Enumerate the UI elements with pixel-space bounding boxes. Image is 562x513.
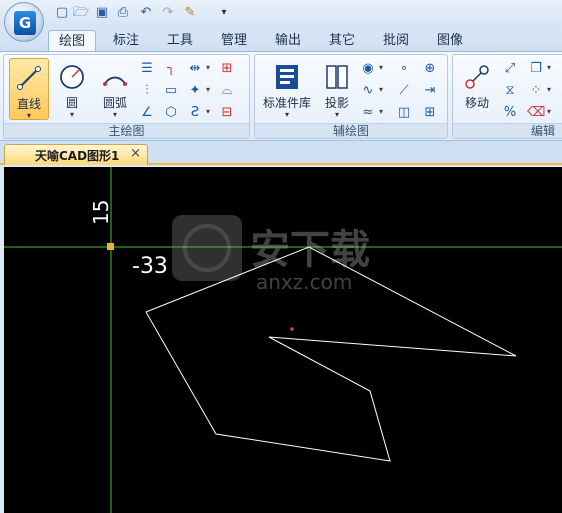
drawing-canvas[interactable]: 安下载 anxz.com 15 -33 — [4, 167, 562, 513]
ellipse-icon[interactable]: ⌓ — [218, 82, 236, 100]
erase-dropdown-icon[interactable]: ▾ — [547, 107, 555, 116]
group-main-draw: 直线 ▾ 圆 ▾ 圆弧 ▾ ☰ ⫶ ∠ ╮ ▭ ⬡ ⇹ ▾ ✦ ▾ Ƨ ▾ ⊞ … — [3, 54, 250, 139]
tab-review[interactable]: 批阅 — [374, 30, 418, 52]
close-tab-icon[interactable]: × — [130, 146, 141, 161]
document-tab[interactable]: 天喻CAD图形1 × — [4, 144, 148, 165]
copy-icon[interactable]: ❐ — [527, 60, 545, 78]
snap-point-marker — [290, 327, 294, 331]
arc-label: 圆弧 — [102, 96, 127, 110]
tab-output[interactable]: 输出 — [266, 30, 310, 52]
spline-icon[interactable]: Ƨ — [186, 104, 204, 122]
arc-button[interactable]: 圆弧 ▾ — [95, 58, 135, 120]
arc-dropdown-icon[interactable]: ▾ — [95, 111, 135, 119]
dimension-horizontal-text: -33 — [132, 254, 168, 279]
center-line-dropdown-icon[interactable]: ▾ — [206, 63, 214, 72]
ribbon-tab-row: 绘图 标注 工具 管理 输出 其它 批阅 图像 — [0, 28, 562, 52]
copy-dropdown-icon[interactable]: ▾ — [547, 63, 555, 72]
clear-brush-icon[interactable]: ✎ — [182, 5, 198, 21]
quick-access-toolbar: ▢ 🗁 ▣ ⎙ ↶ ↷ ✎ ▾ — [0, 0, 562, 28]
percent-icon[interactable]: % — [501, 104, 519, 122]
point-dropdown-icon[interactable]: ▾ — [206, 85, 214, 94]
grid-symbol-icon[interactable]: ⊞ — [421, 104, 439, 122]
arrow-symbol-icon[interactable]: ⇥ — [421, 82, 439, 100]
group-edit: 移动 ⤢ ⧖ % ❐ ▾ ⁘ ▾ ⌫ ▾ 编辑 — [452, 54, 562, 139]
projection-icon — [326, 65, 348, 89]
drawing-svg: 安下载 anxz.com 15 -33 — [4, 167, 562, 513]
tab-manage[interactable]: 管理 — [212, 30, 256, 52]
hatch-icon[interactable]: ☰ — [138, 60, 156, 78]
standard-parts-icon — [276, 65, 298, 89]
watermark-sub-text: anxz.com — [256, 270, 352, 294]
line-label: 直线 — [16, 97, 41, 111]
tab-dimension[interactable]: 标注 — [104, 30, 148, 52]
fillet-icon[interactable]: ╮ — [162, 60, 180, 78]
projection-label: 投影 — [324, 96, 349, 110]
small-circle-icon[interactable]: ∘ — [395, 60, 413, 78]
frame-icon[interactable]: ◫ — [395, 104, 413, 122]
projection-dropdown-icon[interactable]: ▾ — [317, 111, 357, 119]
save-icon[interactable]: ▣ — [94, 5, 110, 21]
mirror-icon[interactable]: ⧖ — [501, 82, 519, 100]
offset-icon[interactable]: ⫶ — [138, 82, 156, 100]
double-line-icon[interactable]: ≈ — [359, 104, 377, 122]
standard-parts-button[interactable]: 标准件库 ▾ — [259, 58, 315, 120]
tab-draw[interactable]: 绘图 — [48, 30, 96, 52]
standard-parts-label: 标准件库 — [262, 96, 311, 110]
group-aux-draw: 标准件库 ▾ 投影 ▾ ◉ ▾ ∿ ▾ ≈ ▾ ∘ ⟋ ◫ ⊕ ⇥ ⊞ 辅绘图 — [254, 54, 448, 139]
array-icon[interactable]: ⁘ — [527, 82, 545, 100]
table-icon[interactable]: ⊟ — [218, 104, 236, 122]
break-line-icon[interactable]: ⊞ — [218, 60, 236, 78]
rectangle-icon[interactable]: ▭ — [162, 82, 180, 100]
group-aux-draw-label: 辅绘图 — [255, 123, 447, 138]
undo-icon[interactable]: ↶ — [138, 5, 154, 21]
scale-icon[interactable]: ⤢ — [501, 60, 519, 78]
projection-button[interactable]: 投影 ▾ — [317, 58, 357, 120]
move-button[interactable]: 移动 — [457, 58, 497, 120]
circle-label: 圆 — [65, 96, 78, 110]
group-main-draw-label: 主绘图 — [4, 123, 249, 138]
customize-dropdown-icon[interactable]: ▾ — [216, 5, 232, 21]
line-icon — [17, 66, 41, 90]
crosshair-target-icon[interactable]: ⊕ — [421, 60, 439, 78]
wave-line-dropdown-icon[interactable]: ▾ — [379, 85, 387, 94]
eye-view-icon[interactable]: ◉ — [359, 60, 377, 78]
move-icon — [465, 65, 489, 89]
tab-other[interactable]: 其它 — [320, 30, 364, 52]
move-label: 移动 — [464, 96, 489, 110]
center-line-icon[interactable]: ⇹ — [186, 60, 204, 78]
tab-tools[interactable]: 工具 — [158, 30, 202, 52]
angle-line-icon[interactable]: ∠ — [138, 104, 156, 122]
spline-dropdown-icon[interactable]: ▾ — [206, 107, 214, 116]
cursor-grip — [107, 243, 114, 250]
line-button[interactable]: 直线 ▾ — [9, 58, 49, 120]
point-icon[interactable]: ✦ — [186, 82, 204, 100]
new-file-icon[interactable]: ▢ — [54, 5, 70, 21]
open-folder-icon[interactable]: 🗁 — [73, 5, 89, 21]
watermark: 安下载 anxz.com — [172, 215, 370, 294]
circle-icon — [60, 65, 84, 89]
redo-icon[interactable]: ↷ — [160, 5, 176, 21]
array-dropdown-icon[interactable]: ▾ — [547, 85, 555, 94]
ribbon-panel: 直线 ▾ 圆 ▾ 圆弧 ▾ ☰ ⫶ ∠ ╮ ▭ ⬡ ⇹ ▾ ✦ ▾ Ƨ ▾ ⊞ … — [0, 51, 562, 141]
line-dropdown-icon[interactable]: ▾ — [10, 112, 48, 120]
tab-image[interactable]: 图像 — [428, 30, 472, 52]
arc-icon — [103, 76, 127, 86]
dimension-vertical-text: 15 — [89, 200, 113, 225]
app-logo-icon[interactable]: G — [4, 2, 44, 42]
erase-icon[interactable]: ⌫ — [527, 104, 545, 122]
circle-button[interactable]: 圆 ▾ — [52, 58, 92, 120]
wave-line-icon[interactable]: ∿ — [359, 82, 377, 100]
watermark-main-text: 安下载 — [250, 227, 370, 273]
print-preview-icon[interactable]: ⎙ — [115, 5, 131, 21]
slant-line-icon[interactable]: ⟋ — [395, 82, 413, 100]
document-tab-title: 天喻CAD图形1 — [35, 149, 120, 163]
standard-parts-dropdown-icon[interactable]: ▾ — [259, 111, 315, 119]
document-tab-bar: 天喻CAD图形1 × — [0, 141, 562, 165]
group-edit-label: 编辑 — [453, 123, 562, 138]
double-line-dropdown-icon[interactable]: ▾ — [379, 107, 387, 116]
circle-dropdown-icon[interactable]: ▾ — [52, 111, 92, 119]
polygon-icon[interactable]: ⬡ — [162, 104, 180, 122]
eye-view-dropdown-icon[interactable]: ▾ — [379, 63, 387, 72]
